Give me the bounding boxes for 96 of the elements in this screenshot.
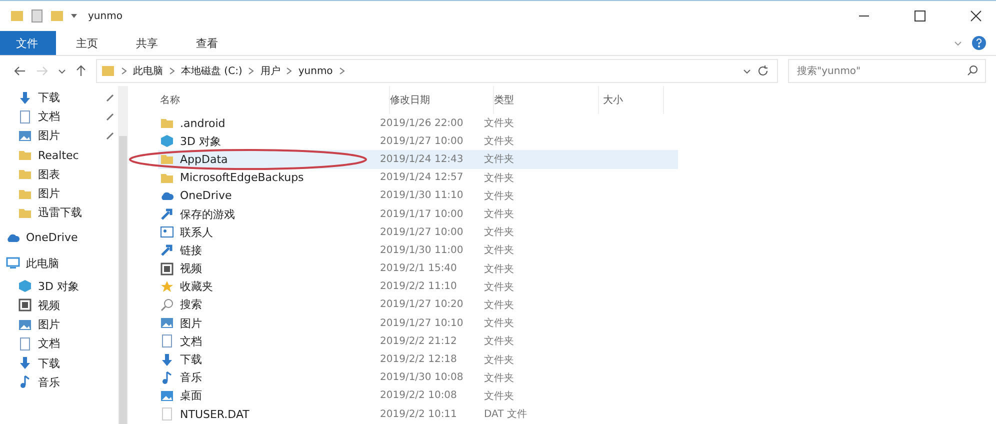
file-row[interactable]: 音乐 2019/1/30 10:08 文件夹: [158, 368, 678, 387]
column-header[interactable]: 大小: [599, 86, 664, 114]
pin-icon[interactable]: [106, 94, 114, 102]
sidebar-item[interactable]: 图片: [18, 184, 118, 204]
music-note-icon: [160, 370, 174, 385]
file-row[interactable]: 3D 对象 2019/1/27 10:00 文件夹: [158, 132, 678, 150]
music-note-icon: [18, 375, 32, 390]
window-title: yunmo: [88, 10, 122, 22]
folder-icon: [160, 152, 174, 166]
sidebar-item[interactable]: 下载: [18, 88, 118, 108]
file-row[interactable]: 收藏夹 2019/2/2 11:10 文件夹: [158, 278, 678, 296]
down-arrow-icon: [18, 90, 32, 105]
sidebar-item[interactable]: OneDrive: [6, 228, 118, 248]
arrow-icon: [160, 207, 174, 222]
monitor-icon: [6, 256, 20, 270]
expand-ribbon-icon[interactable]: [954, 39, 962, 47]
search-field[interactable]: 搜索"yunmo": [788, 59, 986, 83]
chevron-icon[interactable]: [169, 67, 175, 75]
folder-icon: [18, 167, 32, 182]
sidebar-item[interactable]: 此电脑: [6, 254, 118, 273]
search-icon: [160, 298, 174, 312]
chevron-icon[interactable]: [121, 67, 127, 75]
column-header[interactable]: 类型: [494, 86, 599, 114]
dropdown-icon[interactable]: [743, 67, 751, 75]
document-icon: [160, 334, 174, 348]
sidebar-item[interactable]: 迅雷下载: [18, 203, 118, 222]
chevron-icon[interactable]: [286, 67, 292, 75]
file-row[interactable]: 搜索 2019/1/27 10:20 文件夹: [158, 296, 678, 314]
folder-icon: [10, 9, 24, 23]
file-row[interactable]: NTUSER.DAT 2019/2/2 10:11 DAT 文件: [158, 405, 678, 424]
column-header[interactable]: 修改日期: [390, 86, 494, 114]
sidebar-item[interactable]: 下载: [18, 353, 118, 373]
document-icon: [18, 110, 32, 124]
file-row[interactable]: AppData 2019/1/24 12:43 文件夹: [158, 150, 678, 169]
chevron-icon[interactable]: [248, 67, 254, 75]
search-icon: [967, 65, 978, 76]
arrow-icon: [160, 243, 174, 258]
file-row[interactable]: 下载 2019/2/2 12:18 文件夹: [158, 350, 678, 369]
picture-icon: [160, 388, 174, 403]
recent-dropdown-icon[interactable]: [58, 67, 66, 75]
document-icon: [18, 336, 32, 351]
film-icon: [160, 262, 174, 276]
maximize-icon[interactable]: [914, 10, 926, 22]
up-arrow-icon[interactable]: [76, 65, 86, 77]
pin-icon[interactable]: [106, 132, 114, 140]
cube-icon: [18, 279, 32, 294]
star-icon: [160, 280, 174, 294]
address-bar[interactable]: 此电脑 本地磁盘 (C:) 用户 yunmo: [96, 59, 778, 83]
column-header[interactable]: 名称: [158, 86, 390, 114]
ribbon-tab[interactable]: 文件: [0, 31, 56, 55]
folder-icon: [18, 148, 32, 162]
breadcrumb[interactable]: 用户: [260, 64, 280, 78]
scrollbar[interactable]: [118, 86, 128, 424]
sidebar-item[interactable]: 图片: [18, 126, 118, 146]
file-row[interactable]: 文档 2019/2/2 21:12 文件夹: [158, 332, 678, 350]
ribbon-tab[interactable]: 查看: [178, 31, 236, 55]
pin-icon[interactable]: [106, 112, 114, 121]
folder-icon: [101, 64, 115, 78]
refresh-icon[interactable]: [757, 65, 769, 77]
file-row[interactable]: 视频 2019/2/1 15:40 文件夹: [158, 260, 678, 278]
file-row[interactable]: 链接 2019/1/30 11:00 文件夹: [158, 241, 678, 260]
document-icon: [160, 407, 174, 422]
folder-icon: [160, 116, 174, 130]
picture-icon: [18, 128, 32, 143]
file-row[interactable]: 联系人 2019/1/27 10:00 文件夹: [158, 223, 678, 242]
file-row[interactable]: 图片 2019/1/27 10:10 文件夹: [158, 314, 678, 332]
down-arrow-icon: [160, 352, 174, 367]
sidebar-item[interactable]: 文档: [18, 334, 118, 354]
dropdown-icon[interactable]: [70, 12, 78, 20]
sidebar-item[interactable]: 图表: [18, 164, 118, 184]
file-row[interactable]: 桌面 2019/2/2 10:08 文件夹: [158, 386, 678, 405]
picture-icon: [18, 318, 32, 332]
file-row[interactable]: MicrosoftEdgeBackups 2019/1/24 12:57 文件夹: [158, 168, 678, 187]
help-icon[interactable]: [972, 36, 986, 50]
picture-icon: [160, 316, 174, 330]
ribbon-tab[interactable]: 主页: [58, 31, 116, 55]
sidebar-item[interactable]: 图片: [18, 315, 118, 334]
file-row[interactable]: OneDrive 2019/1/30 11:10 文件夹: [158, 186, 678, 205]
sidebar-item[interactable]: 视频: [18, 296, 118, 316]
contact-card-icon: [160, 225, 174, 240]
sidebar-item[interactable]: 文档: [18, 107, 118, 126]
sidebar-item[interactable]: 音乐: [18, 372, 118, 392]
sidebar-item[interactable]: Realtec: [18, 146, 118, 165]
file-row[interactable]: 保存的游戏 2019/1/17 10:00 文件夹: [158, 204, 678, 224]
sidebar-item[interactable]: 3D 对象: [18, 276, 118, 296]
breadcrumb[interactable]: 本地磁盘 (C:): [181, 64, 242, 78]
file-row[interactable]: .android 2019/1/26 22:00 文件夹: [158, 114, 678, 132]
breadcrumb[interactable]: 此电脑: [133, 64, 163, 78]
film-icon: [18, 298, 32, 312]
close-icon[interactable]: [970, 10, 982, 22]
breadcrumb[interactable]: yunmo: [298, 66, 333, 76]
back-arrow-icon[interactable]: [14, 66, 26, 76]
chevron-icon[interactable]: [338, 67, 345, 75]
ribbon-tab[interactable]: 共享: [118, 31, 176, 55]
down-arrow-icon: [18, 356, 32, 370]
cube-icon: [160, 134, 174, 148]
